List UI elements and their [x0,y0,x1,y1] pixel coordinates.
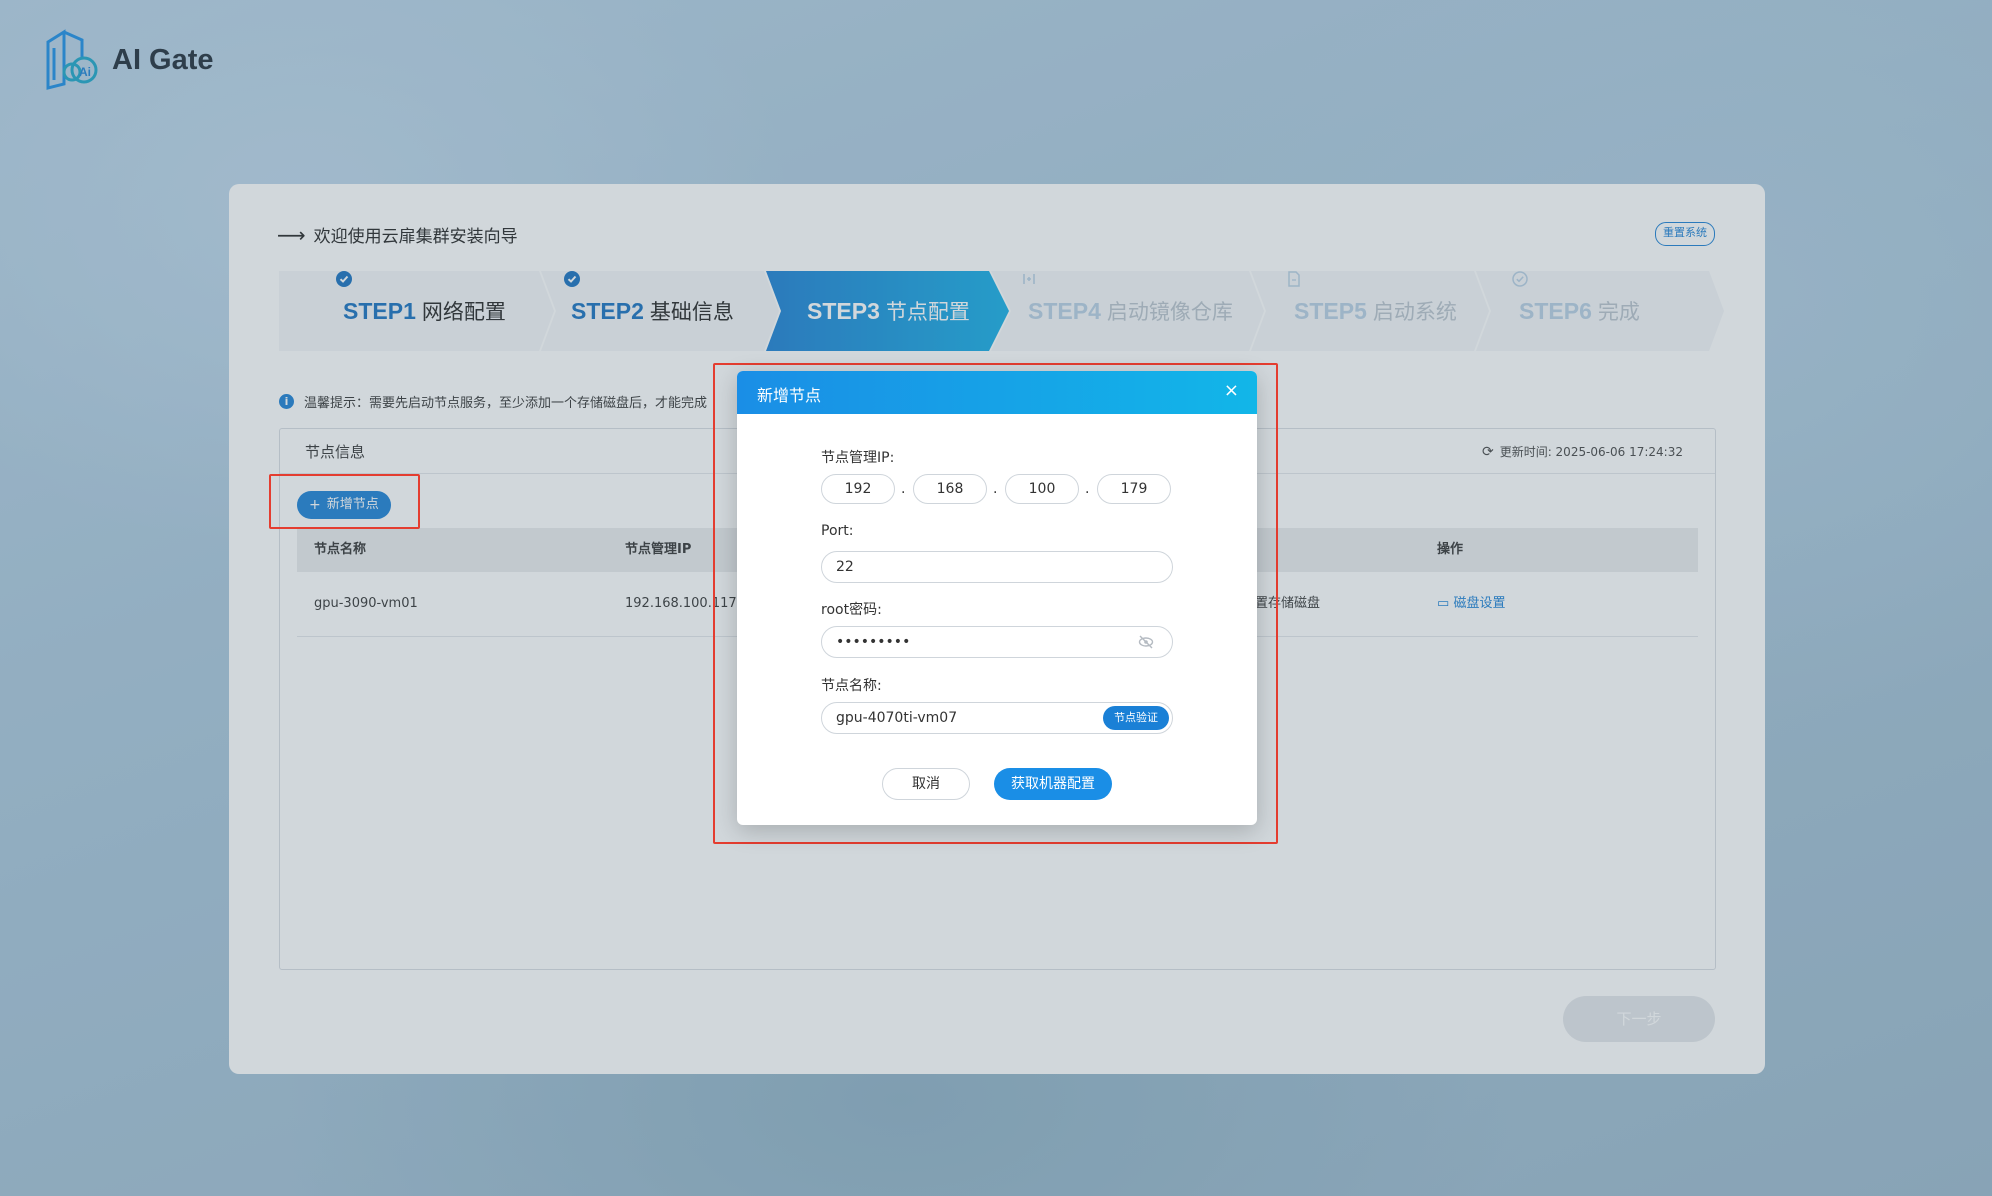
verify-node-button[interactable]: 节点验证 [1103,706,1169,730]
password-input[interactable]: ••••••••• [821,626,1173,658]
highlight-frame-add-node [269,474,420,529]
password-value: ••••••••• [836,634,911,650]
close-icon[interactable]: × [1224,380,1239,401]
port-label: Port: [821,523,854,539]
ip-dot-2: . [993,481,998,497]
ip-label: 节点管理IP: [821,450,895,466]
eye-off-icon[interactable] [1138,627,1154,669]
node-name-value: gpu-4070ti-vm07 [836,710,958,726]
cancel-button[interactable]: 取消 [882,768,970,800]
ip-dot-3: . [1085,481,1090,497]
node-name-input[interactable]: gpu-4070ti-vm07 节点验证 [821,702,1173,734]
node-name-label: 节点名称: [821,678,882,694]
port-input[interactable]: 22 [821,551,1173,583]
ip-octet-3[interactable]: 100 [1005,474,1079,504]
add-node-dialog: 新增节点 × 节点管理IP: 192 . 168 . 100 . 179 Por… [737,371,1257,825]
dialog-title: 新增节点 [757,386,822,405]
ip-octet-1[interactable]: 192 [821,474,895,504]
ip-octet-2[interactable]: 168 [913,474,987,504]
get-machine-config-button[interactable]: 获取机器配置 [994,768,1112,800]
dialog-header: 新增节点 × [737,371,1257,414]
ip-dot-1: . [901,481,906,497]
password-label: root密码: [821,602,882,618]
ip-octet-4[interactable]: 179 [1097,474,1171,504]
